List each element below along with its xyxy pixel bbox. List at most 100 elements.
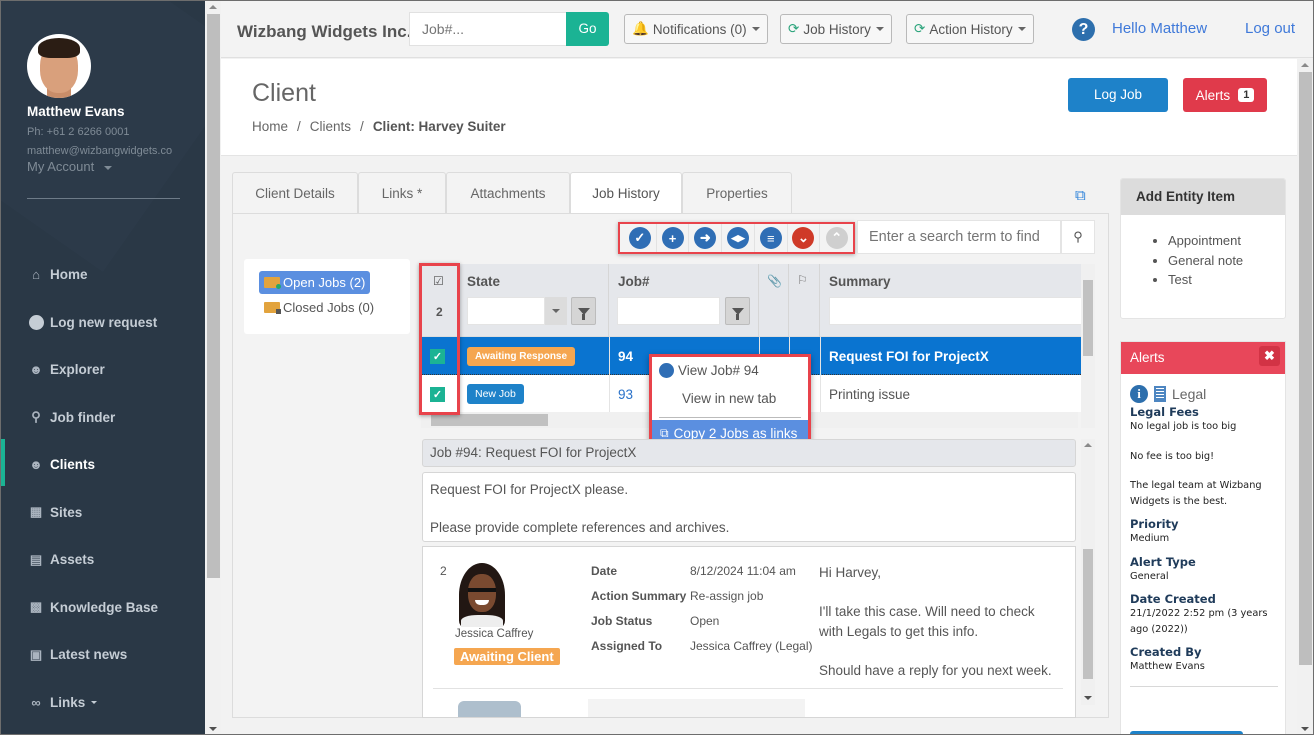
sidebar-item-assets[interactable]: ▤ Assets: [1, 536, 205, 584]
sidebar-item-sites[interactable]: ▦ Sites: [1, 489, 205, 537]
menu-item-view-new-tab[interactable]: View in new tab: [652, 387, 808, 409]
alerts-panel-header: Alerts ✖: [1121, 342, 1285, 374]
state-column-header[interactable]: State: [458, 264, 609, 337]
tab-links[interactable]: Links *: [358, 172, 446, 214]
sidebar-item-links[interactable]: ∞ Links: [1, 679, 205, 727]
sidebar-item-home[interactable]: ⌂ Home: [1, 251, 205, 299]
scroll-down-icon[interactable]: [1301, 727, 1309, 731]
action-user-photo: [458, 701, 521, 717]
close-icon[interactable]: ✖: [1259, 346, 1280, 366]
alerts-button[interactable]: Alerts 1: [1183, 78, 1267, 112]
folder-open-jobs[interactable]: Open Jobs (2): [259, 271, 371, 294]
alert-type: General: [1130, 570, 1169, 582]
sidebar-item-label: Links: [50, 694, 86, 710]
sidebar-item-knowledge-base[interactable]: ▩ Knowledge Base: [1, 584, 205, 632]
collapse-button[interactable]: ⌄: [788, 224, 821, 252]
check-button[interactable]: ✓: [624, 224, 657, 252]
job-number-input[interactable]: [409, 12, 567, 46]
sidebar-item-label: Knowledge Base: [50, 599, 159, 615]
grid-search-button[interactable]: ⚲: [1061, 220, 1095, 254]
entity-item-test[interactable]: Test: [1168, 270, 1285, 290]
go-button[interactable]: Go: [566, 12, 609, 46]
scroll-thumb[interactable]: [1083, 549, 1093, 679]
status-badge: Awaiting Response: [467, 346, 576, 366]
job-filter-button[interactable]: [725, 297, 750, 325]
state-filter-select[interactable]: [467, 297, 545, 325]
tab-client-details[interactable]: Client Details: [232, 172, 358, 214]
entity-item-appointment[interactable]: Appointment: [1168, 231, 1285, 251]
page-scrollbar[interactable]: [1297, 59, 1313, 734]
menu-divider: [659, 417, 801, 418]
help-icon[interactable]: ?: [1072, 18, 1095, 41]
alert-action-button[interactable]: [1130, 731, 1243, 734]
detail-scrollbar[interactable]: [1081, 439, 1095, 705]
action-list: 2 Jessica Caffrey Awaiting Client Date 8/…: [422, 546, 1076, 718]
scroll-down-icon[interactable]: [1084, 696, 1092, 700]
scroll-thumb[interactable]: [1083, 280, 1093, 356]
my-account-dropdown[interactable]: My Account: [27, 159, 197, 174]
job-history-dropdown[interactable]: ⟳ Job History: [780, 14, 892, 44]
job-column-header[interactable]: Job#: [609, 264, 759, 337]
scroll-down-icon[interactable]: [209, 727, 217, 731]
state-filter-button[interactable]: [571, 297, 596, 325]
user-greeting-link[interactable]: Hello Matthew: [1112, 20, 1207, 37]
copy-icon[interactable]: ⧉: [1075, 187, 1086, 204]
caret-down-icon: [875, 27, 884, 31]
row-checkbox[interactable]: ✓: [430, 337, 445, 375]
expand-button[interactable]: ⌃: [820, 224, 853, 252]
add-button[interactable]: +: [657, 224, 690, 252]
panel-title: Add Entity Item: [1121, 179, 1285, 215]
scroll-thumb[interactable]: [207, 14, 220, 578]
forward-button[interactable]: ➜: [689, 224, 723, 252]
tab-attachments[interactable]: Attachments: [446, 172, 570, 214]
scroll-thumb[interactable]: [431, 414, 548, 426]
entity-item-general-note[interactable]: General note: [1168, 251, 1285, 271]
sidebar-item-latest-news[interactable]: ▣ Latest news: [1, 631, 205, 679]
notifications-dropdown[interactable]: 🔔 Notifications (0): [624, 14, 768, 44]
summary-filter-input[interactable]: [829, 297, 1081, 325]
column-label: Job#: [618, 274, 650, 289]
grid-vertical-scrollbar[interactable]: [1081, 264, 1095, 428]
action-history-dropdown[interactable]: ⟳ Action History: [906, 14, 1034, 44]
breadcrumb: Home / Clients / Client: Harvey Suiter: [252, 119, 506, 134]
log-job-button[interactable]: Log Job: [1068, 78, 1168, 112]
tab-job-history[interactable]: Job History: [570, 172, 682, 214]
scroll-up-icon[interactable]: [1301, 63, 1309, 67]
breadcrumb-home[interactable]: Home: [252, 119, 288, 134]
sidebar-item-explorer[interactable]: ☻ Explorer: [1, 346, 205, 394]
sidebar-item-clients[interactable]: ☻ Clients: [1, 439, 205, 489]
folder-closed-jobs[interactable]: Closed Jobs (0): [259, 296, 379, 319]
message-line: I'll take this case. Will need to check …: [819, 604, 1035, 639]
breadcrumb-separator: /: [297, 119, 301, 134]
list-button[interactable]: ≡: [755, 224, 788, 252]
select-all-icon[interactable]: ☑: [433, 274, 444, 288]
page-title: Client: [252, 79, 316, 107]
summary-column-header[interactable]: Summary: [820, 264, 1081, 337]
state-filter-dropdown[interactable]: [545, 297, 567, 325]
divider: [27, 198, 180, 199]
job-number-link[interactable]: 93: [618, 375, 633, 412]
sidebar-item-job-finder[interactable]: ⚲ Job finder: [1, 394, 205, 442]
sidebar-scrollbar[interactable]: [205, 1, 221, 734]
avatar[interactable]: [27, 34, 91, 98]
menu-item-view-job[interactable]: View Job# 94: [652, 359, 808, 381]
job-number-cell[interactable]: 94: [618, 337, 633, 375]
logout-link[interactable]: Log out: [1245, 20, 1295, 37]
split-button[interactable]: ◀▶: [722, 224, 755, 252]
job-filter-input[interactable]: [617, 297, 720, 325]
book-gear-icon: ▩: [29, 599, 43, 615]
breadcrumb-clients[interactable]: Clients: [310, 119, 351, 134]
tab-properties[interactable]: Properties: [682, 172, 792, 214]
sidebar-item-label: Assets: [50, 552, 95, 568]
scroll-thumb[interactable]: [1299, 72, 1312, 665]
row-checkbox[interactable]: ✓: [430, 375, 445, 412]
job-history-label: Job History: [803, 21, 871, 37]
scroll-up-icon[interactable]: [1084, 443, 1092, 447]
attachment-column-header[interactable]: 📎: [759, 264, 789, 337]
scroll-up-icon[interactable]: [209, 5, 217, 9]
grid-search-input[interactable]: [857, 220, 1061, 254]
flag-column-header[interactable]: ⚐: [789, 264, 820, 337]
list-icon: ≡: [759, 227, 782, 249]
sidebar-item-log-new-request[interactable]: Log new request: [1, 299, 205, 347]
selected-count: 2: [436, 305, 443, 319]
